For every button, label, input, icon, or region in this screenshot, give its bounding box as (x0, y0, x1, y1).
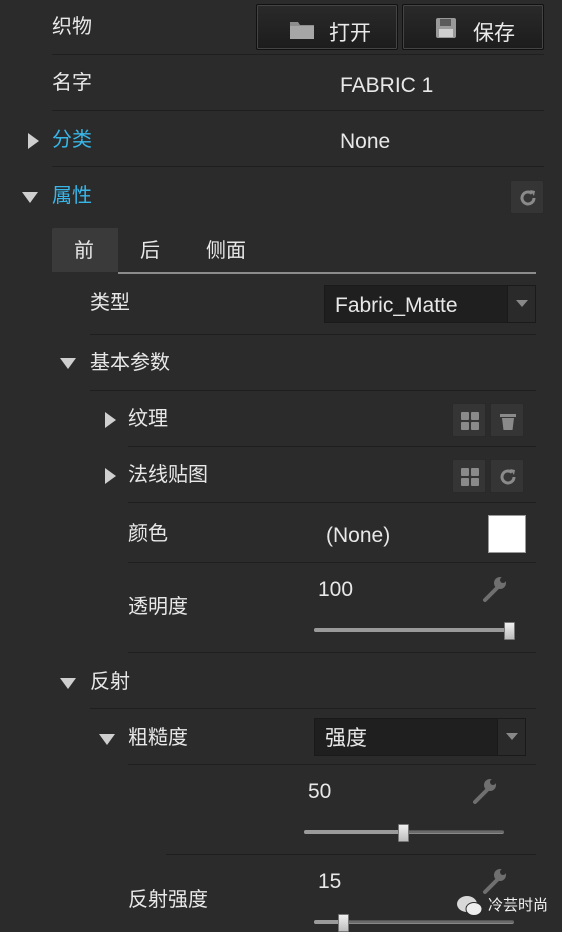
opacity-slider-track[interactable] (314, 628, 510, 632)
grid-icon (461, 468, 479, 486)
divider (52, 166, 544, 167)
wrench-icon[interactable] (480, 573, 510, 603)
divider (90, 390, 536, 391)
type-label: 类型 (90, 292, 130, 314)
tab-underline (118, 272, 536, 274)
type-dropdown[interactable]: Fabric_Matte (324, 285, 536, 323)
divider (90, 708, 536, 709)
properties-label[interactable]: 属性 (52, 186, 92, 206)
save-button-label: 保存 (473, 22, 515, 45)
divider (52, 110, 544, 111)
open-button[interactable]: 打开 (256, 4, 398, 50)
roughness-mode-value: 强度 (325, 727, 367, 750)
folder-icon (290, 22, 314, 39)
texture-browse-button[interactable] (452, 403, 486, 437)
opacity-value[interactable]: 100 (318, 579, 353, 600)
basic-params-label[interactable]: 基本参数 (90, 353, 170, 373)
grid-icon (461, 412, 479, 430)
category-label[interactable]: 分类 (52, 130, 92, 150)
roughness-slider-thumb[interactable] (398, 824, 409, 842)
name-label: 名字 (52, 72, 92, 94)
tab-front-label: 前 (74, 240, 94, 262)
reflection-intensity-label: 反射强度 (128, 889, 208, 911)
tab-side[interactable]: 侧面 (190, 228, 270, 272)
expand-arrow-icon[interactable] (105, 468, 116, 484)
opacity-slider-thumb[interactable] (504, 622, 515, 640)
type-dropdown-value: Fabric_Matte (335, 294, 458, 317)
chevron-down-icon (507, 286, 535, 322)
wrench-icon[interactable] (480, 865, 510, 895)
tab-back[interactable]: 后 (118, 228, 184, 272)
normal-map-browse-button[interactable] (452, 459, 486, 493)
reflection-intensity-slider-thumb[interactable] (338, 914, 349, 932)
divider (128, 502, 536, 503)
expand-arrow-icon[interactable] (28, 133, 39, 149)
collapse-arrow-icon[interactable] (22, 192, 38, 203)
opacity-slider-fill (314, 628, 510, 632)
roughness-slider-fill (304, 830, 404, 834)
wechat-logo-icon (457, 896, 483, 916)
reflection-intensity-value[interactable]: 15 (318, 871, 341, 892)
collapse-arrow-icon[interactable] (99, 734, 115, 745)
refresh-icon (520, 190, 536, 206)
tab-side-label: 侧面 (206, 240, 246, 262)
divider (128, 446, 536, 447)
roughness-value[interactable]: 50 (308, 781, 331, 802)
open-button-label: 打开 (329, 22, 371, 45)
opacity-label: 透明度 (128, 596, 188, 618)
normal-map-reset-button[interactable] (490, 459, 524, 493)
reflection-label[interactable]: 反射 (90, 672, 130, 692)
divider (166, 854, 536, 855)
chevron-down-icon (497, 719, 525, 755)
color-swatch[interactable] (488, 515, 526, 553)
divider (128, 652, 536, 653)
collapse-arrow-icon[interactable] (60, 358, 76, 369)
normal-map-label[interactable]: 法线贴图 (128, 465, 208, 485)
refresh-icon (500, 469, 516, 485)
name-value[interactable]: FABRIC 1 (340, 75, 433, 96)
wrench-icon[interactable] (470, 775, 500, 805)
trash-icon (500, 414, 516, 430)
divider (128, 764, 536, 765)
roughness-mode-dropdown[interactable]: 强度 (314, 718, 526, 756)
fabric-label: 织物 (52, 16, 92, 38)
collapse-arrow-icon[interactable] (60, 678, 76, 689)
color-value: (None) (326, 524, 391, 547)
divider (128, 562, 536, 563)
watermark-text: 冷芸时尚 (488, 897, 549, 914)
expand-arrow-icon[interactable] (105, 412, 116, 428)
divider (52, 54, 544, 55)
reset-button[interactable] (510, 180, 544, 214)
tab-back-label: 后 (140, 240, 160, 262)
texture-label[interactable]: 纹理 (128, 409, 168, 429)
category-value[interactable]: None (340, 131, 390, 152)
tab-front[interactable]: 前 (52, 228, 118, 272)
save-button[interactable]: 保存 (402, 4, 544, 50)
color-label: 颜色 (128, 523, 168, 545)
floppy-disk-icon (436, 18, 456, 38)
roughness-label[interactable]: 粗糙度 (128, 728, 188, 748)
texture-delete-button[interactable] (490, 403, 524, 437)
divider (90, 334, 536, 335)
